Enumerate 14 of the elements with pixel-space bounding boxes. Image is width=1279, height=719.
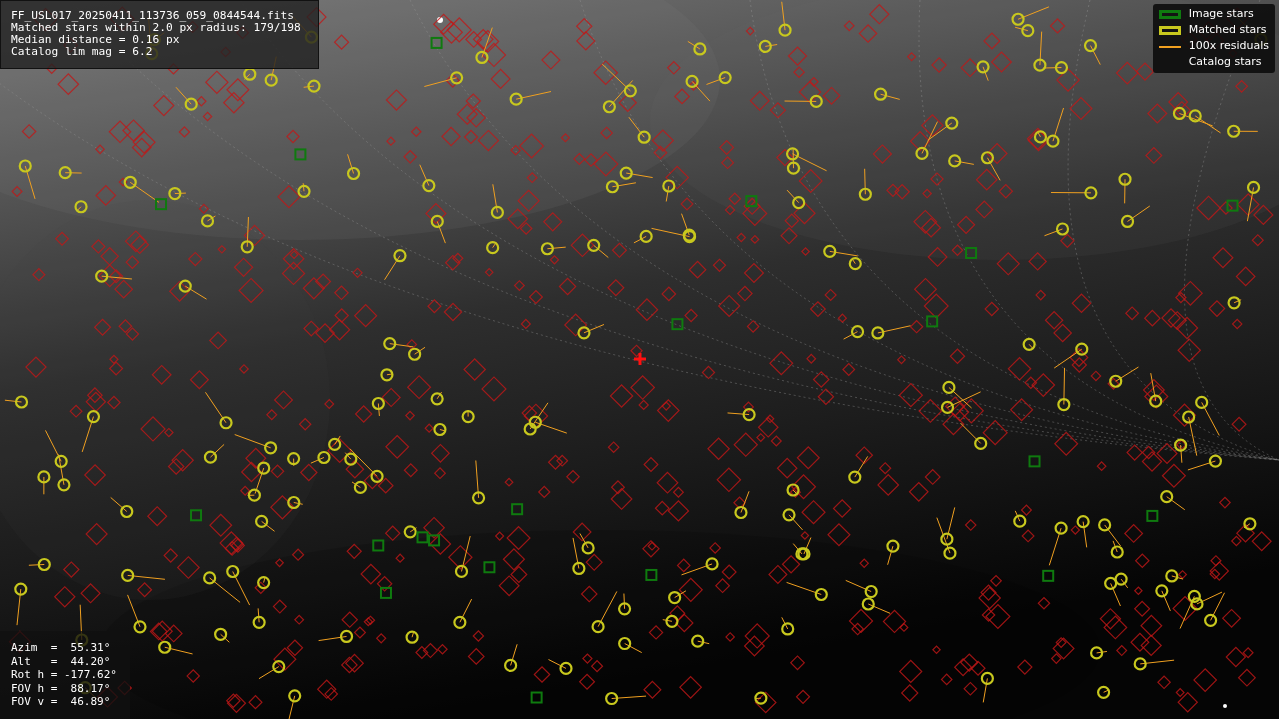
legend-label: Image stars (1188, 6, 1254, 23)
pointing-text: FOV v = 46.89° (11, 695, 112, 709)
center-cross-icon (632, 351, 648, 367)
legend-label: Catalog stars (1188, 54, 1262, 71)
pointing-text: Rot h = -177.62° (11, 668, 118, 682)
info-text: Matched stars within 2.0 px radius: 179/198 (11, 22, 302, 34)
info-text: Median distance = 0.16 px (11, 34, 181, 46)
legend-label: Matched stars (1188, 22, 1267, 39)
info-text: FF_USL017_20250411_113736_059_0844544.fits (11, 10, 295, 22)
info-text: Catalog lim mag = 6.2 (11, 46, 154, 58)
pointing-text: Alt = 44.20° (11, 654, 112, 668)
legend-label: 100x residuals (1188, 38, 1269, 55)
pointing-text: FOV h = 88.17° (11, 681, 112, 695)
pointing-text: Azim = 55.31° (11, 641, 112, 655)
